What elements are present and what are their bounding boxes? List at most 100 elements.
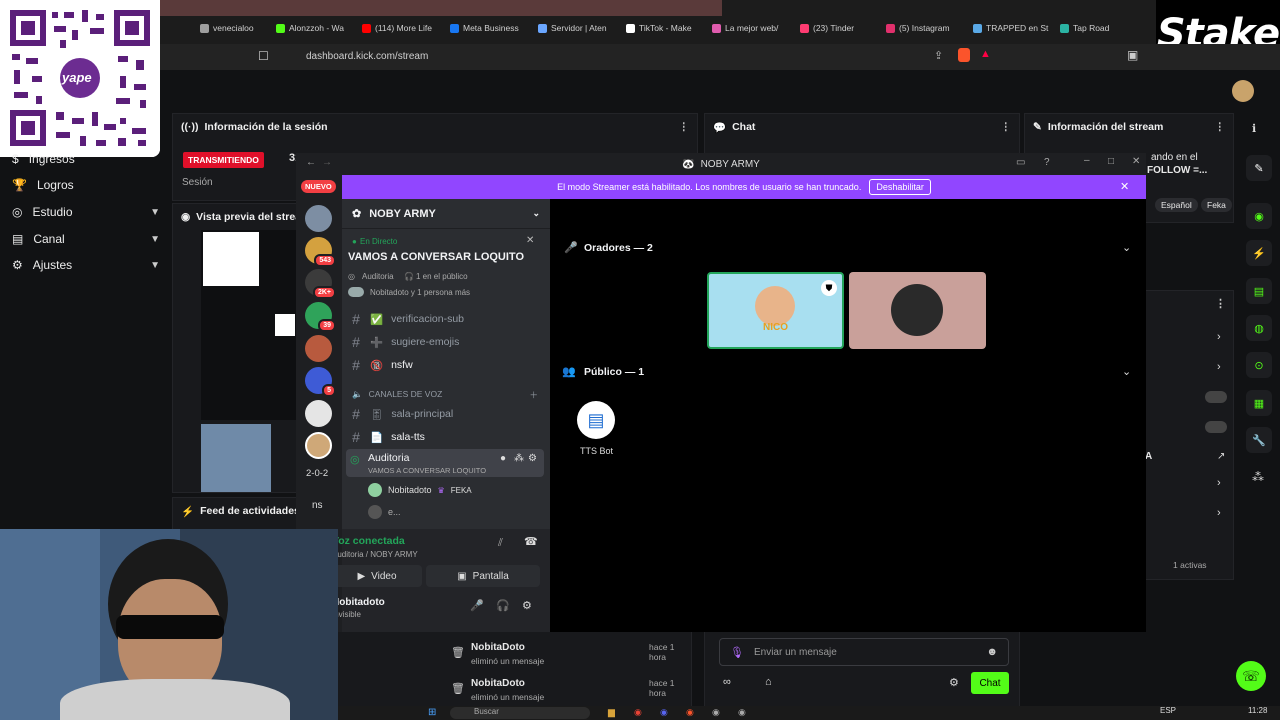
chevron-right-icon[interactable]: › — [1217, 331, 1221, 343]
speaker-tile[interactable]: NICO ⛊ — [707, 272, 844, 349]
tab-8[interactable]: (5) Instagram — [886, 18, 966, 38]
emoji-icon[interactable]: ☻ — [986, 646, 998, 658]
server-icon-active[interactable] — [305, 432, 332, 459]
close-icon[interactable]: ✕ — [1120, 180, 1129, 193]
voice-category-header[interactable]: 🔈 CANALES DE VOZ ＋ — [352, 389, 538, 401]
tab-7[interactable]: (23) Tinder — [800, 18, 878, 38]
share-icon[interactable]: ⇪ — [934, 49, 943, 62]
broadcast-icon[interactable]: ⊙ — [1246, 352, 1272, 378]
sidebar-item-estudio[interactable]: ◎ Estudio ▼ — [12, 205, 160, 219]
server-icon[interactable]: 543 — [305, 237, 336, 267]
users-icon[interactable]: ⁂ — [1252, 470, 1264, 484]
toggle-switch[interactable] — [1205, 421, 1227, 433]
stage-channel-auditoria[interactable]: ◎ Auditoria VAMOS A CONVERSAR LOQUITO ● … — [346, 449, 544, 477]
tab-2[interactable]: (114) More Life — [362, 18, 442, 38]
stage-member[interactable]: Nobitadoto ♛ FEKA — [368, 483, 472, 497]
bookmark-icon[interactable]: ☐ — [258, 49, 269, 63]
camera-icon[interactable]: ◉ — [1246, 203, 1272, 229]
url-field[interactable]: dashboard.kick.com/stream — [278, 48, 978, 66]
brave-shield-icon[interactable] — [958, 48, 970, 62]
more-options-icon[interactable]: ⋮ — [1215, 121, 1226, 133]
tab-9[interactable]: TRAPPED en St — [973, 18, 1049, 38]
chevron-right-icon[interactable]: › — [1217, 477, 1221, 489]
language-indicator[interactable]: ESP — [1160, 706, 1176, 715]
sidebar-item-ajustes[interactable]: ⚙ Ajustes ▼ — [12, 258, 160, 272]
server-icon[interactable] — [305, 400, 332, 427]
channel-nsfw[interactable]: # 🔞 nsfw — [350, 357, 540, 373]
server-icon[interactable]: 39 — [305, 302, 336, 332]
inbox-icon[interactable]: ▭ — [1016, 157, 1025, 168]
chevron-right-icon[interactable]: › — [1217, 361, 1221, 373]
sidebar-item-ingresos[interactable]: $ Ingresos — [12, 152, 160, 166]
noise-suppression-icon[interactable]: ⫽ — [498, 537, 503, 550]
invite-icon[interactable]: ⁂ — [514, 453, 524, 464]
back-arrow-icon[interactable]: ← — [306, 157, 316, 168]
chat-settings-icon[interactable]: ⚙ — [949, 676, 959, 689]
chevron-right-icon[interactable]: › — [1217, 507, 1221, 519]
disable-streamer-mode-button[interactable]: Deshabilitar — [869, 179, 931, 195]
more-options-icon[interactable]: ⋮ — [679, 121, 690, 133]
chat-send-button[interactable]: Chat — [971, 672, 1009, 694]
sidebar-item-canal[interactable]: ▤ Canal ▼ — [12, 232, 160, 246]
server-text-icon[interactable]: ns — [312, 500, 323, 511]
external-link-icon[interactable]: ↗ — [1217, 451, 1225, 462]
tts-bot-avatar[interactable]: ▤ — [577, 401, 615, 439]
headphones-icon[interactable]: 🎧 — [496, 599, 510, 612]
wrench-icon[interactable]: 🔧 — [1246, 427, 1272, 453]
server-icon[interactable] — [305, 335, 332, 362]
disconnect-icon[interactable]: ☎ — [524, 535, 538, 548]
tab-10[interactable]: Tap Road — [1060, 18, 1130, 38]
server-icon[interactable]: 2K+ — [305, 269, 336, 299]
gear-icon[interactable]: ⚙ — [528, 453, 537, 464]
windows-start-icon[interactable]: ⊞ — [428, 707, 436, 718]
video-button[interactable]: ▶ Video — [332, 565, 422, 587]
tab-0[interactable]: venecialoo — [200, 18, 260, 38]
server-icon[interactable] — [305, 205, 332, 232]
sidebar-toggle-icon[interactable]: ▣ — [1127, 48, 1138, 62]
app-icon[interactable]: ◉ — [738, 707, 746, 718]
more-options-icon[interactable]: ⋮ — [1001, 121, 1012, 133]
tab-3[interactable]: Meta Business — [450, 18, 530, 38]
chevron-down-icon[interactable]: ⌄ — [1122, 241, 1131, 254]
user-settings-icon[interactable]: ⚙ — [522, 599, 532, 612]
layout-icon[interactable]: ▦ — [1246, 390, 1272, 416]
server-header[interactable]: ✿ NOBY ARMY ⌄ — [342, 199, 550, 229]
screen-share-button[interactable]: ▣ Pantalla — [426, 565, 540, 587]
points-icon[interactable]: ∞ — [723, 676, 731, 688]
store-icon[interactable]: ⌂ — [765, 676, 772, 688]
chat-bubble-icon[interactable]: ● — [500, 453, 506, 464]
brave-icon[interactable]: ◉ — [686, 707, 694, 718]
avatar[interactable] — [1232, 80, 1254, 102]
discord-icon[interactable]: ◉ — [660, 707, 668, 718]
sidebar-item-logros[interactable]: 🏆 Logros — [12, 178, 160, 192]
close-icon[interactable]: ✕ — [526, 235, 534, 246]
lightning-icon[interactable]: ⚡ — [1246, 240, 1272, 266]
tab-6[interactable]: La mejor web/ — [712, 18, 792, 38]
stage-member[interactable]: e... — [368, 505, 401, 519]
toggle-switch[interactable] — [1205, 391, 1227, 403]
taskbar-search[interactable]: Buscar — [450, 707, 590, 719]
stage-event-card[interactable]: ● En Directo ✕ VAMOS A CONVERSAR LOQUITO… — [348, 233, 544, 301]
info-icon[interactable]: ℹ — [1252, 122, 1256, 135]
brave-rewards-icon[interactable]: ▲ — [980, 48, 991, 60]
chrome-icon[interactable]: ◉ — [634, 707, 642, 718]
speaker-tile[interactable] — [849, 272, 986, 349]
support-chat-button[interactable]: ☏ — [1236, 661, 1266, 691]
add-channel-icon[interactable]: ＋ — [529, 389, 538, 401]
tab-5[interactable]: TikTok - Make — [626, 18, 704, 38]
help-icon[interactable]: ? — [1044, 157, 1050, 168]
chat-input[interactable]: 🎙 Enviar un mensaje ☻ — [719, 638, 1009, 666]
minimize-icon[interactable]: – — [1084, 155, 1090, 166]
channel-sugiere-emojis[interactable]: # ➕ sugiere-emojis — [350, 334, 540, 350]
server-icon[interactable]: 5 — [305, 367, 336, 397]
clock[interactable]: 11:28 — [1248, 706, 1267, 715]
server-text-icon[interactable]: 2-0-2 — [306, 468, 328, 479]
channel-verificacion-sub[interactable]: # ✅ verificacion-sub — [350, 311, 540, 327]
tab-1[interactable]: Alonzzoh - Wa — [276, 18, 354, 38]
edit-layout-icon[interactable]: ✎ — [1246, 155, 1272, 181]
chat-bubble-icon[interactable]: ◍ — [1246, 315, 1272, 341]
forward-arrow-icon[interactable]: → — [322, 157, 332, 168]
close-icon[interactable]: ✕ — [1132, 156, 1140, 167]
channel-sala-tts[interactable]: # 📄 sala-tts — [350, 429, 540, 445]
document-icon[interactable]: ▤ — [1246, 278, 1272, 304]
